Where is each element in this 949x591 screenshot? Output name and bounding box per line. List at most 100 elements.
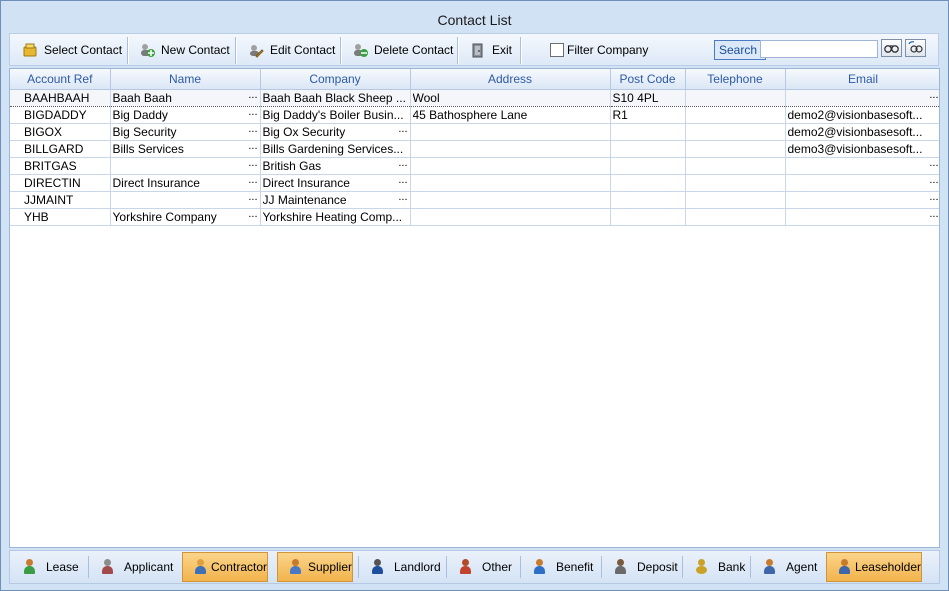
table-cell[interactable]: BILLGARD — [10, 140, 111, 158]
cell-text: demo2@visionbasesoft... — [787, 108, 923, 122]
table-cell[interactable] — [685, 157, 786, 175]
table-cell[interactable] — [610, 208, 686, 226]
table-cell[interactable] — [410, 140, 611, 158]
table-cell[interactable]: British Gas — [260, 157, 411, 175]
search-input[interactable] — [760, 40, 878, 58]
table-cell[interactable]: Direct Insurance — [110, 174, 261, 192]
table-row[interactable]: BIGOX Big Security Big Ox Security demo2@vi… — [10, 123, 939, 141]
tab-leaseholder[interactable]: Leaseholder — [826, 552, 922, 582]
table-cell[interactable]: Wool — [410, 89, 611, 107]
new-contact-button[interactable]: New Contact — [139, 38, 230, 62]
table-cell[interactable]: Bills Gardening Services... — [260, 140, 411, 158]
table-cell[interactable] — [410, 174, 611, 192]
table-cell[interactable]: Big Daddy — [110, 106, 261, 124]
cell-text: Baah Baah Black Sheep ... — [262, 91, 406, 105]
table-cell[interactable] — [410, 123, 611, 141]
table-cell[interactable]: Yorkshire Company — [110, 208, 261, 226]
table-cell[interactable] — [610, 174, 686, 192]
delete-contact-button[interactable]: Delete Contact — [352, 38, 453, 62]
contact-list-window: Contact List Select Contact New Contact … — [0, 0, 949, 591]
table-cell[interactable] — [785, 191, 939, 209]
tab-benefit[interactable]: Benefit — [522, 552, 600, 582]
table-cell[interactable]: Big Ox Security — [260, 123, 411, 141]
table-cell[interactable]: YHB — [10, 208, 111, 226]
table-row[interactable]: YHB Yorkshire Company Yorkshire Heating Co… — [10, 208, 939, 226]
table-cell[interactable]: Direct Insurance — [260, 174, 411, 192]
table-row[interactable]: BILLGARD Bills Services Bills Gardening Se… — [10, 140, 939, 158]
table-cell[interactable] — [610, 123, 686, 141]
tab-other[interactable]: Other — [448, 552, 518, 582]
table-row[interactable]: JJMAINT JJ Maintenance — [10, 191, 939, 209]
table-cell[interactable] — [785, 174, 939, 192]
table-cell[interactable] — [785, 208, 939, 226]
edit-contact-button[interactable]: Edit Contact — [248, 38, 335, 62]
table-cell[interactable] — [610, 140, 686, 158]
benefit-icon — [532, 559, 548, 575]
table-cell[interactable] — [685, 174, 786, 192]
table-cell[interactable]: Baah Baah Black Sheep ... — [260, 89, 411, 107]
table-cell[interactable]: S10 4PL — [610, 89, 686, 107]
table-cell[interactable]: BAAHBAAH — [10, 89, 111, 107]
cell-text: Big Ox Security — [262, 125, 346, 139]
contact-grid[interactable]: Account Ref Name Company Address Post Co… — [9, 68, 940, 548]
table-cell[interactable]: Yorkshire Heating Comp... — [260, 208, 411, 226]
table-cell[interactable] — [785, 157, 939, 175]
table-cell[interactable]: Baah Baah — [110, 89, 261, 107]
table-cell[interactable] — [685, 140, 786, 158]
table-cell[interactable]: demo3@visionbasesoft... — [785, 140, 939, 158]
table-row[interactable]: BAAHBAAH Baah Baah Baah Baah Black Sheep .… — [10, 89, 939, 107]
tab-contractor[interactable]: Contractor — [182, 552, 268, 582]
filter-company-checkbox[interactable]: Filter Company — [550, 43, 648, 57]
table-cell[interactable]: BIGOX — [10, 123, 111, 141]
table-cell[interactable]: Bills Services — [110, 140, 261, 158]
col-name[interactable]: Name — [110, 69, 261, 90]
table-cell[interactable]: JJMAINT — [10, 191, 111, 209]
table-cell[interactable]: DIRECTIN — [10, 174, 111, 192]
table-cell[interactable] — [685, 191, 786, 209]
table-cell[interactable] — [410, 157, 611, 175]
table-cell[interactable]: 45 Bathosphere Lane — [410, 106, 611, 124]
tab-deposit[interactable]: Deposit — [603, 552, 681, 582]
table-cell[interactable]: BIGDADDY — [10, 106, 111, 124]
tab-bank[interactable]: Bank — [684, 552, 748, 582]
table-cell[interactable]: R1 — [610, 106, 686, 124]
col-telephone[interactable]: Telephone — [685, 69, 786, 90]
table-cell[interactable]: demo2@visionbasesoft... — [785, 106, 939, 124]
table-row[interactable]: BRITGAS British Gas — [10, 157, 939, 175]
search-clear-button[interactable] — [905, 39, 926, 57]
table-cell[interactable] — [685, 106, 786, 124]
select-contact-button[interactable]: Select Contact — [22, 38, 122, 62]
col-post-code[interactable]: Post Code — [610, 69, 686, 90]
table-cell[interactable] — [410, 208, 611, 226]
table-cell[interactable] — [410, 191, 611, 209]
tab-landlord[interactable]: Landlord — [360, 552, 444, 582]
exit-button[interactable]: Exit — [470, 38, 512, 62]
table-cell[interactable] — [110, 157, 261, 175]
table-cell[interactable]: demo2@visionbasesoft... — [785, 123, 939, 141]
table-cell[interactable] — [610, 157, 686, 175]
table-cell[interactable]: BRITGAS — [10, 157, 111, 175]
binoculars-refresh-icon — [908, 41, 923, 53]
cell-text: Yorkshire Company — [112, 210, 217, 224]
table-cell[interactable] — [110, 191, 261, 209]
table-cell[interactable] — [685, 123, 786, 141]
search-binoculars-button[interactable] — [881, 39, 902, 57]
col-email[interactable]: Email — [785, 69, 939, 90]
checkbox-box[interactable] — [550, 43, 564, 57]
table-cell[interactable]: Big Daddy's Boiler Busin... — [260, 106, 411, 124]
table-row[interactable]: DIRECTIN Direct Insurance Direct Insurance — [10, 174, 939, 192]
table-cell[interactable] — [785, 89, 939, 107]
tab-lease[interactable]: Lease — [12, 552, 86, 582]
tab-agent[interactable]: Agent — [752, 552, 826, 582]
tab-applicant[interactable]: Applicant — [90, 552, 180, 582]
table-cell[interactable]: Big Security — [110, 123, 261, 141]
col-company[interactable]: Company — [260, 69, 411, 90]
table-cell[interactable] — [685, 208, 786, 226]
table-cell[interactable] — [685, 89, 786, 107]
table-cell[interactable] — [610, 191, 686, 209]
table-cell[interactable]: JJ Maintenance — [260, 191, 411, 209]
tab-supplier[interactable]: Supplier — [277, 552, 353, 582]
col-address[interactable]: Address — [410, 69, 611, 90]
col-account-ref[interactable]: Account Ref — [10, 69, 111, 90]
table-row[interactable]: BIGDADDY Big Daddy Big Daddy's Boiler Busi… — [10, 106, 939, 124]
